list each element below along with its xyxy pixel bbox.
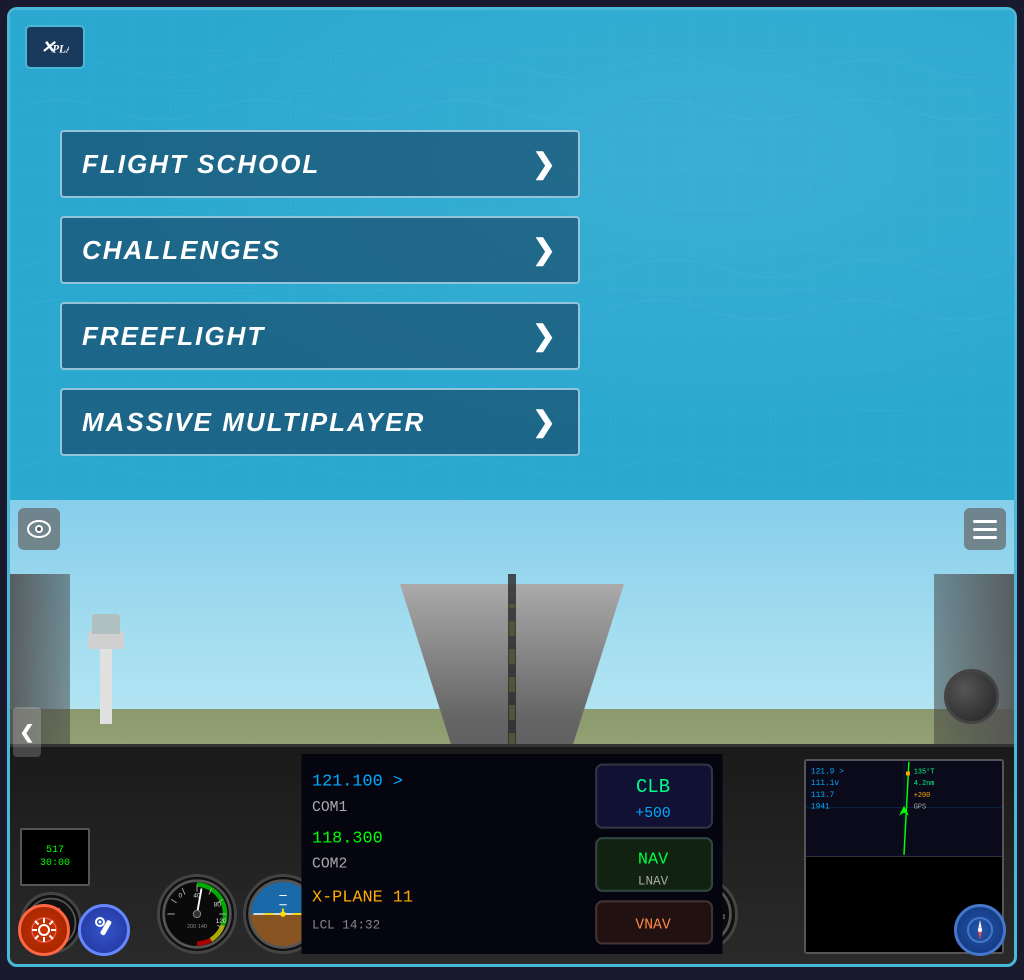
xplane-logo-icon: ✕ PLANE — [41, 33, 69, 61]
compass-button[interactable] — [954, 904, 1006, 956]
svg-text:PLANE: PLANE — [52, 44, 69, 56]
control-tower-base — [100, 644, 112, 724]
gps-knob[interactable] — [944, 669, 999, 724]
freeflight-label: FREEFLIGHT — [82, 321, 265, 352]
settings-icon — [30, 916, 58, 944]
flight-school-button[interactable]: FLIGHT SCHOOL ❯ — [60, 130, 580, 198]
hamburger-line — [973, 528, 997, 531]
menu-section: ✕ PLANE FLIGHT SCHOOL ❯ CHALLENGES ❯ FRE — [10, 10, 1014, 500]
compass-icon — [965, 915, 995, 945]
visibility-toggle-button[interactable] — [18, 508, 60, 550]
logo-box: ✕ PLANE — [25, 25, 85, 69]
cockpit-section: 517 30:00 FUEL — [10, 500, 1014, 964]
cockpit-instrument-panel: 517 30:00 FUEL — [10, 744, 1014, 964]
multiplayer-arrow: ❯ — [526, 404, 562, 440]
main-container: ✕ PLANE FLIGHT SCHOOL ❯ CHALLENGES ❯ FRE — [7, 7, 1017, 967]
wrench-icon — [90, 916, 118, 944]
freeflight-button[interactable]: FREEFLIGHT ❯ — [60, 302, 580, 370]
flight-school-arrow: ❯ — [526, 146, 562, 182]
chevron-right-icon-3: ❯ — [532, 322, 555, 350]
hamburger-menu-button[interactable] — [964, 508, 1006, 550]
cockpit-bottom-buttons — [18, 904, 130, 956]
multiplayer-label: MASSIVE MULTIPLAYER — [82, 407, 425, 438]
challenges-button[interactable]: CHALLENGES ❯ — [60, 216, 580, 284]
chevron-right-icon: ❯ — [532, 150, 555, 178]
logo-area: ✕ PLANE — [25, 25, 85, 69]
multiplayer-button[interactable]: MASSIVE MULTIPLAYER ❯ — [60, 388, 580, 456]
left-panel-arrow-button[interactable]: ❮ — [13, 707, 41, 757]
flight-school-label: FLIGHT SCHOOL — [82, 149, 320, 180]
challenges-label: CHALLENGES — [82, 235, 281, 266]
challenges-arrow: ❯ — [526, 232, 562, 268]
hamburger-line — [973, 536, 997, 539]
freeflight-arrow: ❯ — [526, 318, 562, 354]
hamburger-line — [973, 520, 997, 523]
settings-button[interactable] — [18, 904, 70, 956]
chevron-right-icon-4: ❯ — [532, 408, 555, 436]
menu-items-list: FLIGHT SCHOOL ❯ CHALLENGES ❯ FREEFLIGHT … — [60, 130, 964, 456]
instruments-area: 517 30:00 FUEL — [20, 754, 1004, 954]
control-tower-head — [92, 614, 120, 634]
tools-button[interactable] — [78, 904, 130, 956]
eye-icon — [27, 520, 51, 538]
chevron-right-icon-2: ❯ — [532, 236, 555, 264]
